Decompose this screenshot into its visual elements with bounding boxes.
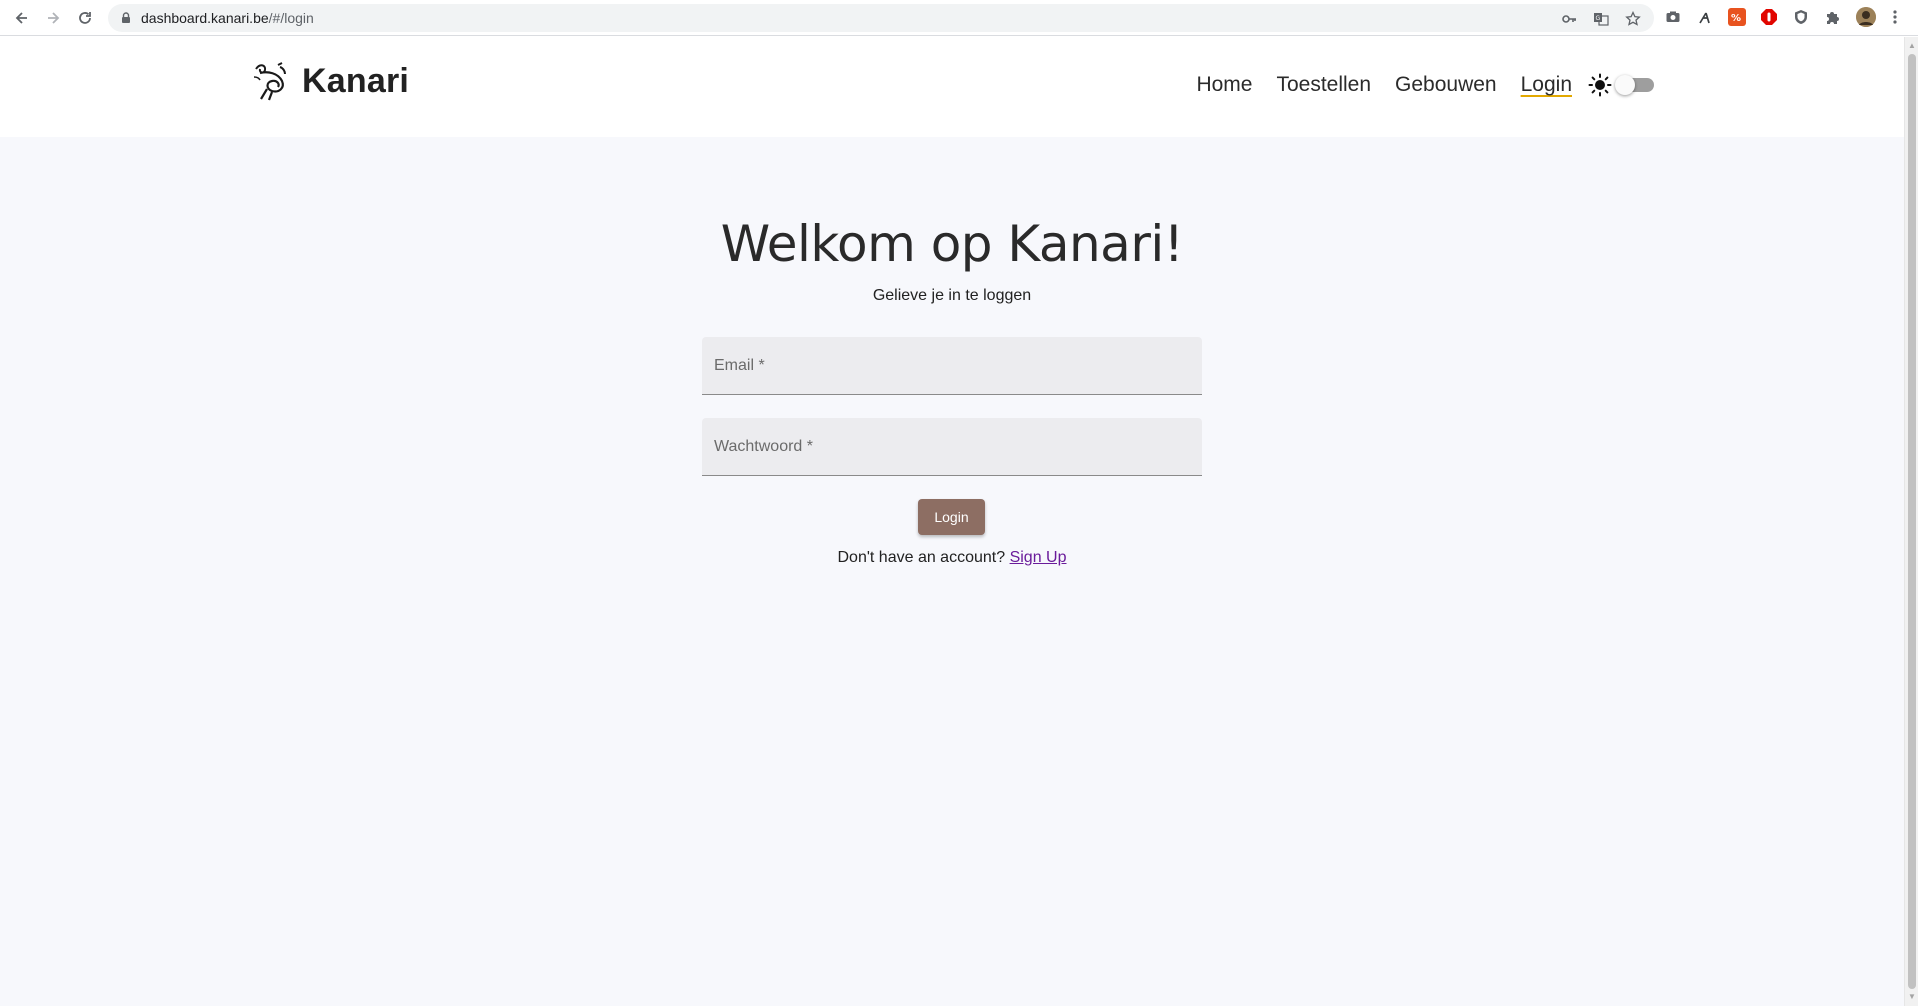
site-header: Kanari Home Toestellen Gebouwen Login — [0, 37, 1904, 137]
reload-icon — [79, 12, 91, 24]
shield-extension-icon[interactable] — [1792, 8, 1810, 26]
browser-toolbar: dashboard.kanari.be/#/login G % — [0, 0, 1918, 36]
dark-mode-toggle[interactable] — [1615, 75, 1654, 95]
page-scrollbar[interactable]: ▲ ▼ — [1904, 37, 1918, 1006]
password-input[interactable] — [702, 418, 1202, 475]
profile-avatar-icon[interactable] — [1856, 7, 1876, 27]
brand-name: Kanari — [302, 61, 410, 100]
reload-button[interactable] — [73, 6, 97, 30]
scrollbar-thumb[interactable] — [1908, 54, 1916, 989]
page-title: Welkom op Kanari! — [720, 215, 1184, 273]
email-input[interactable] — [702, 337, 1202, 394]
back-button[interactable] — [10, 6, 34, 30]
main-nav: Home Toestellen Gebouwen Login — [1172, 72, 1654, 98]
svg-text:%: % — [1731, 13, 1741, 24]
page-body: Kanari Home Toestellen Gebouwen Login We… — [0, 37, 1904, 1006]
signup-prompt: Don't have an account? Sign Up — [0, 549, 1904, 567]
scroll-down-icon[interactable]: ▼ — [1908, 993, 1916, 1001]
brand-link[interactable]: Kanari — [250, 59, 409, 103]
lock-icon — [122, 12, 130, 23]
camera-icon[interactable] — [1664, 8, 1682, 26]
arrow-right-icon — [48, 12, 60, 24]
address-bar[interactable]: dashboard.kanari.be/#/login G — [108, 4, 1654, 32]
translate-icon[interactable]: G — [1593, 11, 1609, 27]
arrow-left-icon — [15, 12, 27, 24]
login-button[interactable]: Login — [918, 499, 985, 535]
toggle-knob — [1615, 75, 1635, 95]
honey-extension-icon[interactable]: % — [1728, 8, 1746, 26]
signup-link[interactable]: Sign Up — [1010, 549, 1067, 566]
page-subtitle: Gelieve je in te loggen — [872, 287, 1032, 304]
sun-icon — [1588, 73, 1612, 97]
menu-dots-icon[interactable] — [1886, 8, 1904, 26]
email-field[interactable] — [702, 337, 1202, 395]
kanari-logo-icon — [253, 62, 286, 101]
star-icon[interactable] — [1625, 11, 1641, 27]
nav-home[interactable]: Home — [1196, 72, 1252, 98]
nav-login[interactable]: Login — [1521, 72, 1572, 98]
scroll-up-icon[interactable]: ▲ — [1908, 42, 1916, 50]
url-text: dashboard.kanari.be/#/login — [141, 10, 314, 26]
nav-gebouwen[interactable]: Gebouwen — [1395, 72, 1497, 98]
puzzle-icon[interactable] — [1824, 8, 1842, 26]
no-account-text: Don't have an account? — [837, 549, 1006, 566]
tool-extension-icon[interactable] — [1696, 8, 1714, 26]
key-icon[interactable] — [1561, 11, 1577, 27]
adblock-extension-icon[interactable] — [1760, 8, 1778, 26]
password-field[interactable] — [702, 418, 1202, 476]
nav-toestellen[interactable]: Toestellen — [1276, 72, 1371, 98]
forward-button[interactable] — [41, 6, 65, 30]
svg-text:G: G — [1596, 15, 1601, 22]
